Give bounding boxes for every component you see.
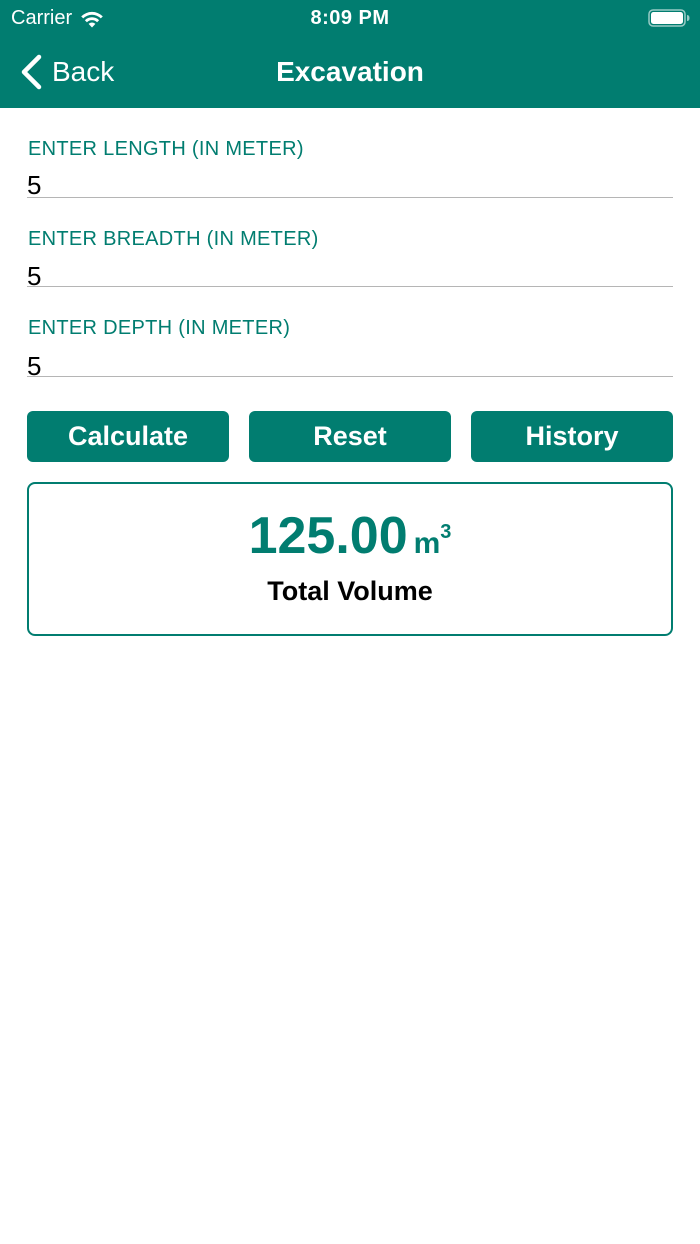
length-label: ENTER LENGTH (IN METER): [28, 138, 304, 160]
chevron-left-icon: [21, 54, 42, 90]
breadth-field: ENTER BREADTH (IN METER): [27, 198, 673, 292]
depth-input[interactable]: [27, 351, 673, 381]
action-buttons: Calculate Reset History: [27, 411, 673, 462]
reset-button[interactable]: Reset: [249, 411, 451, 462]
length-input[interactable]: [27, 170, 673, 200]
calculate-button[interactable]: Calculate: [27, 411, 229, 462]
result-value-row: 125.00 m3: [29, 506, 671, 566]
breadth-label: ENTER BREADTH (IN METER): [28, 227, 319, 250]
history-button[interactable]: History: [471, 411, 673, 462]
depth-label: ENTER DEPTH (IN METER): [28, 317, 291, 339]
battery-icon: [648, 9, 690, 27]
back-label: Back: [52, 56, 115, 87]
navigation-bar: Back Excavation: [0, 36, 700, 108]
app-header: Carrier 8:09 PM Back Excavation: [0, 0, 700, 108]
length-field: ENTER LENGTH (IN METER): [27, 108, 673, 200]
result-label: Total Volume: [267, 576, 433, 606]
result-unit: m3: [413, 521, 452, 560]
back-button[interactable]: Back: [20, 53, 114, 91]
dimensions-form: ENTER LENGTH (IN METER) ENTER BREADTH (I…: [27, 108, 673, 381]
result-value: 125.00: [248, 507, 408, 565]
status-bar: Carrier 8:09 PM: [0, 0, 700, 36]
depth-field: ENTER DEPTH (IN METER): [27, 287, 673, 381]
result-unit-base: m: [413, 527, 441, 560]
result-unit-exponent: 3: [440, 521, 452, 543]
result-card: 125.00 m3 Total Volume: [27, 482, 673, 636]
status-time: 8:09 PM: [310, 7, 390, 29]
